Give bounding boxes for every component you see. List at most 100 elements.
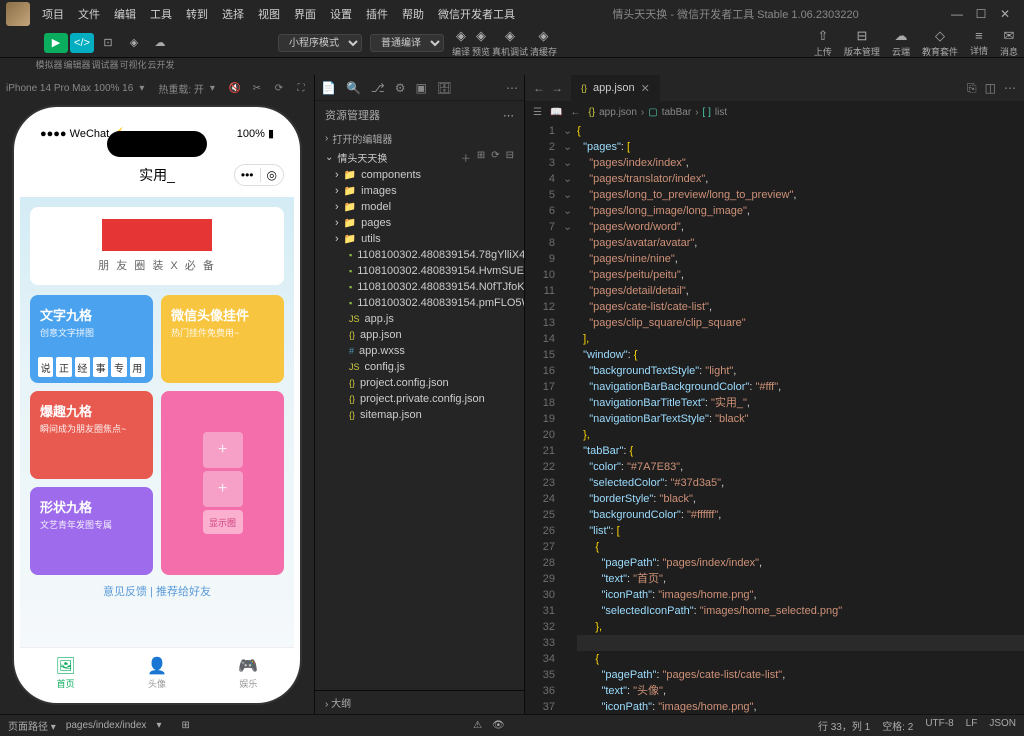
branch-icon[interactable]: ⎇ — [371, 81, 385, 95]
visual-toggle[interactable]: ◈ — [122, 33, 146, 53]
indent-label[interactable]: 空格: 2 — [882, 718, 913, 733]
folder-item[interactable]: › 📁 images — [315, 183, 524, 199]
breadcrumb[interactable]: {}app.json › ▢ tabBar › [ ] list — [588, 107, 727, 118]
new-folder-icon[interactable]: ⊞ — [477, 150, 485, 165]
back-icon[interactable]: ← — [570, 107, 580, 118]
explorer-more-icon[interactable]: ⋯ — [503, 109, 514, 122]
file-item[interactable]: {} project.config.json — [315, 375, 524, 391]
build-select[interactable]: 普通编译 — [370, 34, 444, 52]
cube-icon[interactable]: ▣ — [416, 81, 427, 95]
menu-item[interactable]: 文件 — [72, 6, 106, 22]
refresh-icon[interactable]: ⟳ — [491, 150, 499, 165]
project-section[interactable]: ⌄ 情头天天换 ＋ ⊞ ⟳ ⊟ — [315, 148, 524, 167]
more-icon[interactable]: ⋯ — [506, 81, 518, 95]
menu-item[interactable]: 插件 — [360, 6, 394, 22]
language-label[interactable]: JSON — [989, 718, 1016, 733]
toolbar-action[interactable]: ◈预览 — [472, 28, 490, 58]
nav-forward-icon[interactable]: → — [551, 81, 563, 95]
feature-card[interactable]: 文字九格创意文字拼图说正经事专用 — [30, 295, 153, 383]
folder-item[interactable]: › 📁 components — [315, 167, 524, 183]
file-item[interactable]: ▪ 1108100302.480839154.78gYlliX46PZ527b2… — [315, 247, 524, 263]
list-icon[interactable]: ☰ — [533, 107, 542, 118]
file-item[interactable]: {} app.json — [315, 327, 524, 343]
eol-label[interactable]: LF — [966, 718, 978, 733]
editor-toggle[interactable]: </> — [70, 33, 94, 53]
expand-icon[interactable]: ⛶ — [294, 81, 308, 95]
file-item[interactable]: {} sitemap.json — [315, 407, 524, 423]
book-icon[interactable]: 📖 — [550, 107, 562, 118]
api-icon[interactable]: ⚙ — [395, 81, 406, 95]
new-file-icon[interactable]: ＋ — [461, 150, 471, 165]
files-icon[interactable]: 📄 — [321, 81, 336, 95]
toolbar-action[interactable]: ◈真机调试 — [492, 28, 528, 58]
toolbar-right-item[interactable]: ◇教育套件 — [922, 28, 958, 58]
file-item[interactable]: ▪ 1108100302.480839154.pmFLO5W84cqM998f.… — [315, 295, 524, 311]
toolbar-right-item[interactable]: ☁云端 — [892, 28, 910, 58]
menu-item[interactable]: 项目 — [36, 6, 70, 22]
capsule-menu[interactable]: •••◎ — [234, 164, 284, 186]
menu-item[interactable]: 设置 — [324, 6, 358, 22]
debugger-toggle[interactable]: ⊡ — [96, 33, 120, 53]
toolbar-right-item[interactable]: ⊟版本管理 — [844, 28, 880, 58]
simulator-toggle[interactable]: ▶ — [44, 33, 68, 53]
db-icon[interactable]: 🗄 — [437, 81, 452, 95]
file-item[interactable]: JS config.js — [315, 359, 524, 375]
device-label[interactable]: iPhone 14 Pro Max 100% 16 — [6, 83, 133, 94]
outline-section[interactable]: › 大纲 — [315, 690, 524, 714]
menu-item[interactable]: 工具 — [144, 6, 178, 22]
file-item[interactable]: ▪ 1108100302.480839154.HvmSUEEASg8u2914f… — [315, 263, 524, 279]
banner[interactable]: 朋 友 圈 装 X 必 备 — [30, 207, 284, 285]
cut-icon[interactable]: ✂ — [250, 81, 264, 95]
rotate-icon[interactable]: ⟳ — [272, 81, 286, 95]
copy-icon[interactable]: ⎘ — [967, 81, 977, 96]
phone-content[interactable]: 朋 友 圈 装 X 必 备 文字九格创意文字拼图说正经事专用微信头像挂件热门挂件… — [20, 197, 294, 651]
menu-item[interactable]: 编辑 — [108, 6, 142, 22]
split-icon[interactable]: ◫ — [985, 81, 996, 96]
menu-item[interactable]: 选择 — [216, 6, 250, 22]
tab-item[interactable]: 🎮娱乐 — [203, 648, 294, 697]
preview-icon[interactable]: 👁 — [492, 720, 505, 731]
tab-item[interactable]: 🖼首页 — [20, 648, 111, 697]
menu-item[interactable]: 界面 — [288, 6, 322, 22]
cloud-toggle[interactable]: ☁ — [148, 33, 172, 53]
nav-back-icon[interactable]: ← — [533, 81, 545, 95]
search-icon[interactable]: 🔍 — [346, 81, 361, 95]
file-item[interactable]: JS app.js — [315, 311, 524, 327]
path-label[interactable]: 页面路径 ▾ — [8, 718, 56, 733]
file-item[interactable]: {} project.private.config.json — [315, 391, 524, 407]
folder-item[interactable]: › 📁 model — [315, 199, 524, 215]
mode-select[interactable]: 小程序模式 — [278, 34, 362, 52]
hot-reload-label[interactable]: 热重载: 开 — [158, 81, 204, 96]
menu-item[interactable]: 微信开发者工具 — [432, 6, 521, 22]
toolbar-right-item[interactable]: ⇧上传 — [814, 28, 832, 58]
feedback-links[interactable]: 意见反馈 | 推荐给好友 — [30, 575, 284, 607]
menu-item[interactable]: 转到 — [180, 6, 214, 22]
editor-tab[interactable]: {} app.json ✕ — [571, 75, 660, 101]
collapse-icon[interactable]: ⊟ — [506, 150, 514, 165]
tab-more-icon[interactable]: ⋯ — [1004, 81, 1016, 96]
warning-icon[interactable]: ⚠ — [473, 720, 482, 731]
menu-item[interactable]: 帮助 — [396, 6, 430, 22]
folder-item[interactable]: › 📁 pages — [315, 215, 524, 231]
menu-item[interactable]: 视图 — [252, 6, 286, 22]
tab-close-icon[interactable]: ✕ — [641, 82, 650, 95]
maximize-button[interactable]: ☐ — [974, 7, 988, 21]
toolbar-action[interactable]: ◈清缓存 — [530, 28, 557, 58]
code-editor[interactable]: 1234567891011121314151617181920212223242… — [525, 123, 1024, 714]
tab-item[interactable]: 👤头像 — [111, 648, 202, 697]
toolbar-action[interactable]: ◈编译 — [452, 28, 470, 58]
toolbar-right-item[interactable]: ✉消息 — [1000, 28, 1018, 58]
file-item[interactable]: # app.wxss — [315, 343, 524, 359]
open-editors-section[interactable]: › 打开的编辑器 — [315, 129, 524, 148]
encoding-label[interactable]: UTF-8 — [925, 718, 953, 733]
minimize-button[interactable]: — — [950, 7, 964, 21]
toolbar-right-item[interactable]: ≡详情 — [970, 28, 988, 57]
feature-card[interactable]: 形状九格文艺青年发图专属 — [30, 487, 153, 575]
feature-card[interactable]: ++显示图 — [161, 391, 284, 575]
cursor-position[interactable]: 行 33，列 1 — [818, 718, 870, 733]
close-button[interactable]: ✕ — [998, 7, 1012, 21]
mute-icon[interactable]: 🔇 — [228, 81, 242, 95]
scene-icon[interactable]: ⊞ — [181, 720, 189, 731]
folder-item[interactable]: › 📁 utils — [315, 231, 524, 247]
feature-card[interactable]: 微信头像挂件热门挂件免费用~ — [161, 295, 284, 383]
